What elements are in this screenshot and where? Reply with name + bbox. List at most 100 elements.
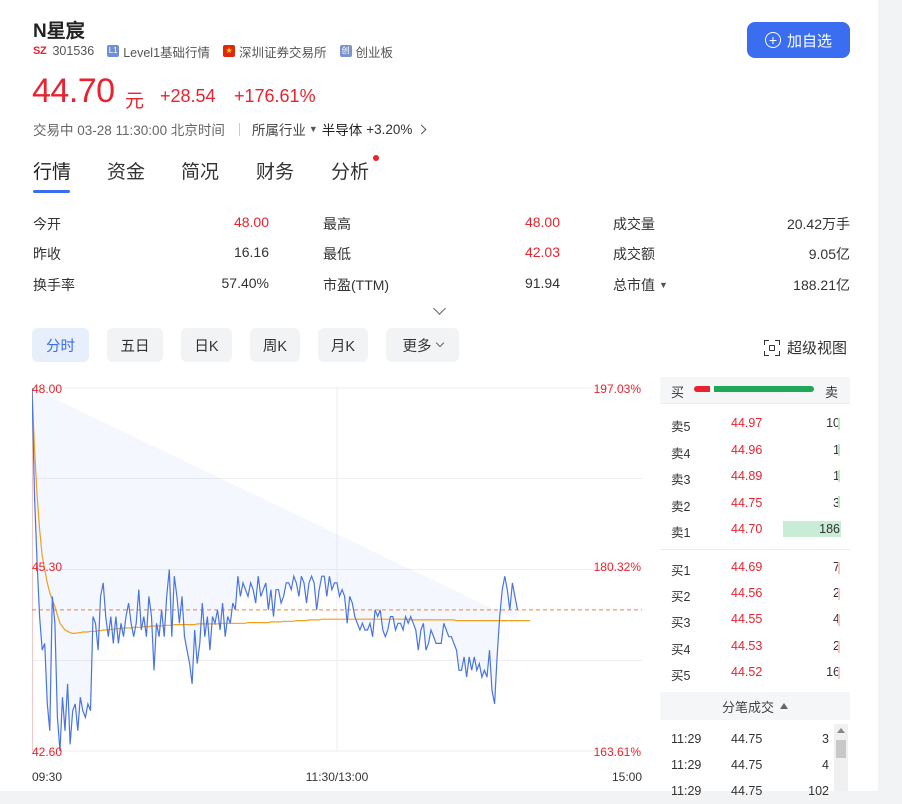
stat-value: 9.05亿 [808, 246, 850, 262]
tick-time: 11:29 [671, 732, 702, 746]
stock-detail-panel: N星宸 SZ 301536 L1 Level1基础行情 ★ 深圳证券交易所 创 … [0, 0, 878, 798]
exchange-code: SZ [33, 45, 47, 57]
market-cap-label-row[interactable]: 总市值 ▼ [613, 275, 668, 295]
period-weekly-k-button[interactable]: 周K [250, 328, 300, 362]
tab-finance[interactable]: 财务 [256, 157, 294, 184]
tab-quote[interactable]: 行情 [33, 157, 71, 184]
trading-status-line: 交易中 03-28 11:30:00 北京时间 所属行业 ▼ 半导体 +3.20… [33, 119, 427, 139]
stat-label: 成交量 [613, 216, 655, 232]
buy-sell-ratio-bar [694, 386, 814, 392]
level-price: 44.70 [731, 522, 763, 536]
tick-time: 11:29 [671, 758, 702, 772]
period-more-label: 更多 [402, 338, 432, 355]
scroll-up-icon[interactable] [837, 728, 845, 733]
level-label: 卖1 [671, 526, 691, 540]
active-tab-indicator [33, 190, 70, 193]
scroll-thumb[interactable] [836, 740, 846, 758]
level-price: 44.52 [731, 664, 763, 679]
tick-row: 11:29 44.75 4 [660, 758, 832, 778]
stat-label: 换手率 [33, 277, 75, 293]
sell-ratio-fill [713, 386, 814, 392]
period-intraday-button[interactable]: 分时 [32, 328, 89, 362]
volume-change-mark [838, 470, 840, 482]
order-book-row: 卖1 44.70 186 [660, 520, 850, 540]
stat-label: 最高 [323, 216, 351, 232]
tick-price: 44.75 [731, 732, 763, 746]
board-icon: 创 [339, 45, 352, 57]
stat-label: 最低 [323, 246, 351, 262]
stat-value: 20.42万手 [786, 216, 850, 232]
tab-funds[interactable]: 资金 [107, 157, 145, 184]
order-book [660, 377, 850, 789]
level-label: 买2 [671, 590, 691, 605]
board-label: 创业板 [355, 45, 394, 60]
level1-label: Level1基础行情 [123, 45, 211, 60]
plus-circle-icon: + [764, 32, 781, 48]
level1-icon: L1 [107, 45, 120, 57]
super-view-button[interactable]: 超级视图 [764, 337, 847, 358]
trading-status: 交易中 03-28 11:30:00 北京时间 [33, 123, 225, 138]
level-label: 买5 [671, 668, 691, 683]
y-tick-label-left: 42.60 [32, 745, 62, 759]
volume-change-mark [838, 667, 840, 679]
sell-header: 卖 [825, 385, 839, 400]
price-change-pct: +176.61% [234, 86, 316, 106]
x-tick-label: 11:30/13:00 [306, 770, 369, 784]
period-more-button[interactable]: 更多 [386, 328, 459, 362]
tab-profile[interactable]: 简况 [181, 157, 219, 184]
stock-code: 301536 [52, 44, 95, 58]
level-label: 卖2 [671, 499, 691, 514]
level-volume: 186 [819, 522, 840, 536]
volume-change-mark [838, 641, 840, 653]
add-watchlist-button[interactable]: + 加自选 [747, 22, 850, 58]
ticks-header[interactable]: 分笔成交 [660, 692, 850, 720]
volume-change-mark [838, 614, 840, 626]
level-price: 44.56 [731, 586, 763, 601]
industry-change-pct: +3.20% [366, 121, 413, 137]
order-book-row: 卖3 44.89 1 [660, 467, 850, 487]
period-monthly-k-button[interactable]: 月K [318, 328, 368, 362]
volume-change-mark [838, 444, 840, 456]
level-price: 44.89 [731, 469, 763, 483]
chevron-down-icon [435, 338, 444, 348]
tick-list-scrollbar[interactable] [834, 724, 848, 791]
industry-label: 所属行业 [251, 123, 306, 138]
stat-value: 16.16 [233, 244, 269, 260]
add-watchlist-label: 加自选 [786, 32, 832, 50]
expand-chevron-icon[interactable] [433, 302, 446, 315]
tick-volume: 3 [822, 732, 829, 746]
caret-down-icon: ▼ [659, 280, 668, 290]
industry-link[interactable]: 半导体 [322, 119, 363, 139]
fullscreen-icon [764, 339, 780, 356]
order-book-row: 卖4 44.96 1 [660, 441, 850, 461]
tick-volume: 4 [822, 758, 829, 772]
stat-value: 48.00 [524, 214, 560, 230]
order-book-row: 卖2 44.75 3 [660, 494, 850, 514]
stat-value: 48.00 [233, 214, 269, 230]
y-tick-label-left: 45.30 [32, 560, 62, 574]
tick-row: 11:29 44.75 3 [660, 732, 832, 752]
level-label: 买4 [671, 642, 691, 657]
price-change: +28.54 [160, 86, 216, 106]
stat-value: 91.94 [524, 275, 560, 291]
volume-change-mark [838, 496, 840, 508]
divider [660, 549, 850, 550]
period-5day-button[interactable]: 五日 [107, 328, 163, 362]
chevron-right-icon[interactable] [416, 124, 427, 134]
tab-analysis[interactable]: 分析 [331, 157, 369, 184]
level-price: 44.69 [731, 560, 763, 574]
stat-label: 成交额 [613, 246, 655, 262]
order-book-row: 买4 44.53 2 [660, 637, 850, 657]
level-price: 44.75 [731, 495, 763, 510]
x-tick-label: 15:00 [612, 770, 642, 784]
tick-price: 44.75 [731, 784, 763, 798]
level-price: 44.53 [731, 638, 763, 653]
caret-down-icon: ▼ [308, 124, 318, 134]
x-tick-label: 09:30 [32, 770, 62, 784]
notification-dot-icon [373, 155, 379, 161]
intraday-chart[interactable]: 48.00 45.30 42.60 197.03% 180.32% 163.61% 09:3… [32, 377, 642, 789]
y-tick-label-right: 180.32% [594, 560, 642, 574]
volume-change-mark [838, 562, 840, 574]
period-daily-k-button[interactable]: 日K [181, 328, 232, 362]
level-price: 44.97 [731, 416, 763, 430]
